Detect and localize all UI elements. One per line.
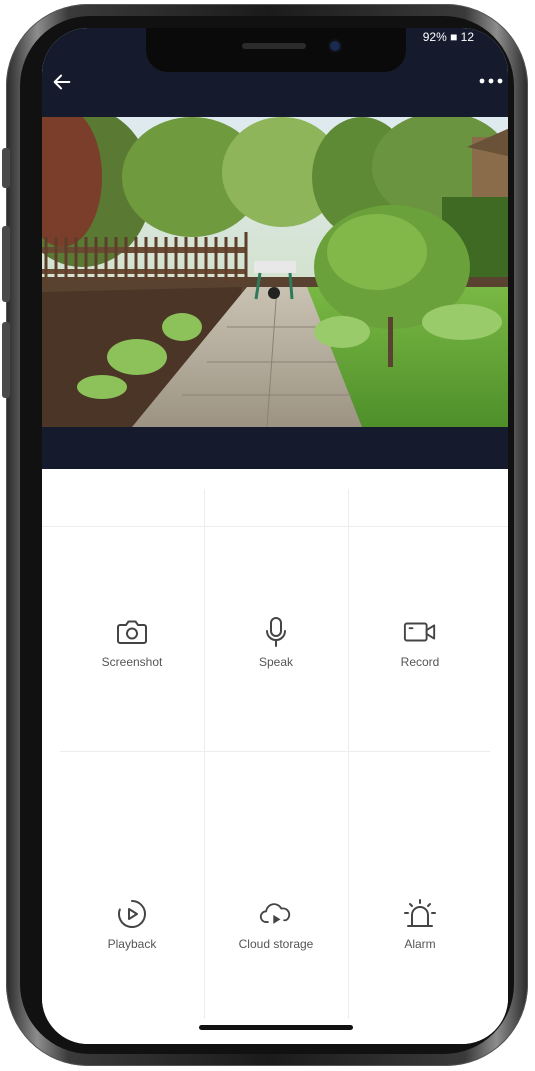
alarm-label: Alarm: [404, 937, 436, 951]
video-footer-bar: [42, 427, 508, 469]
divider: [42, 526, 508, 527]
playback-button[interactable]: Playback: [62, 897, 202, 977]
record-button[interactable]: Record: [350, 615, 490, 695]
camera-icon: [115, 615, 149, 649]
screenshot-button[interactable]: Screenshot: [62, 615, 202, 695]
controls-grid: Screenshot Speak Record Playback Cloud s: [42, 469, 508, 1044]
volume-down-button: [2, 322, 10, 398]
back-button[interactable]: [50, 70, 74, 94]
phone-notch: [146, 28, 406, 72]
speak-label: Speak: [258, 655, 294, 669]
app-screen: 92% ■ 12 Screenshot Speak Record Playbac…: [42, 28, 508, 1044]
playback-label: Playback: [107, 937, 157, 951]
home-indicator[interactable]: [199, 1025, 353, 1030]
cloud-storage-button[interactable]: Cloud storage: [206, 897, 346, 977]
speak-button[interactable]: Speak: [206, 615, 346, 695]
record-label: Record: [400, 655, 440, 669]
divider: [348, 489, 349, 1019]
divider: [60, 751, 490, 752]
arrow-left-icon: [53, 74, 71, 90]
mute-switch: [2, 148, 10, 188]
playback-icon: [115, 897, 149, 931]
front-camera-icon: [328, 39, 342, 53]
video-camera-icon: [403, 615, 437, 649]
screenshot-label: Screenshot: [101, 655, 163, 669]
more-options-button[interactable]: [478, 72, 504, 90]
alarm-button[interactable]: Alarm: [350, 897, 490, 977]
more-horizontal-icon: [479, 78, 503, 84]
status-bar-text: 92% ■ 12: [422, 30, 474, 44]
divider: [204, 489, 205, 1019]
siren-icon: [403, 897, 437, 931]
volume-up-button: [2, 226, 10, 302]
camera-live-view[interactable]: [42, 117, 508, 427]
earpiece-speaker: [242, 43, 306, 49]
microphone-icon: [259, 615, 293, 649]
garden-feed-image: [42, 117, 508, 427]
cloud-play-icon: [259, 897, 293, 931]
cloud-storage-label: Cloud storage: [238, 937, 314, 951]
